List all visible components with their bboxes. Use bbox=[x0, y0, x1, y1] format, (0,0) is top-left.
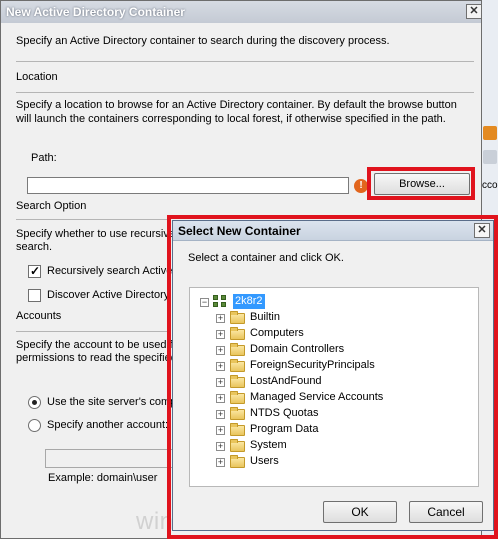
folder-icon bbox=[230, 311, 245, 324]
folder-icon bbox=[230, 391, 245, 404]
folder-icon bbox=[230, 375, 245, 388]
expand-icon[interactable]: + bbox=[216, 346, 225, 355]
dialog-title-bar[interactable]: New Active Directory Container bbox=[1, 1, 481, 23]
select-instruction: Select a container and click OK. bbox=[188, 252, 344, 264]
tree-node-label[interactable]: LostAndFound bbox=[250, 375, 322, 387]
tree-node-label[interactable]: System bbox=[250, 439, 287, 451]
domain-icon bbox=[213, 295, 229, 309]
tree-node-label[interactable]: Managed Service Accounts bbox=[250, 391, 383, 403]
accounts-description: Specify the account to be used f bbox=[16, 339, 173, 351]
radio-selected-dot bbox=[32, 400, 37, 405]
intro-text: Specify an Active Directory container to… bbox=[16, 35, 390, 47]
path-input[interactable] bbox=[27, 177, 349, 194]
another-account-label[interactable]: Specify another account: bbox=[47, 419, 168, 431]
background-text: ccou bbox=[482, 180, 498, 191]
cancel-button[interactable]: Cancel bbox=[409, 501, 483, 523]
expand-icon[interactable]: + bbox=[216, 314, 225, 323]
folder-icon bbox=[230, 439, 245, 452]
folder-icon bbox=[230, 407, 245, 420]
tree-node-label[interactable]: Users bbox=[250, 455, 279, 467]
divider bbox=[16, 331, 171, 332]
discover-ad-label[interactable]: Discover Active Directory bbox=[47, 289, 169, 301]
folder-icon bbox=[230, 423, 245, 436]
accounts-heading: Accounts bbox=[16, 310, 62, 322]
select-dialog-title-bar[interactable]: Select New Container bbox=[173, 221, 493, 241]
expand-icon[interactable]: + bbox=[216, 330, 225, 339]
site-server-account-radio[interactable] bbox=[28, 396, 41, 409]
account-example-text: Example: domain\user bbox=[48, 472, 158, 484]
folder-icon bbox=[230, 327, 245, 340]
close-button[interactable]: ✕ bbox=[466, 4, 482, 19]
tree-node-label[interactable]: ForeignSecurityPrincipals bbox=[250, 359, 375, 371]
search-option-description: Specify whether to use recursive bbox=[16, 228, 175, 240]
tree-node-label[interactable]: Computers bbox=[250, 327, 304, 339]
folder-icon bbox=[230, 343, 245, 356]
ok-button[interactable]: OK bbox=[323, 501, 397, 523]
tree-node-label[interactable]: Domain Controllers bbox=[250, 343, 344, 355]
site-server-account-label[interactable]: Use the site server's compu bbox=[47, 396, 182, 408]
expand-icon[interactable]: + bbox=[216, 458, 225, 467]
expand-icon[interactable]: + bbox=[216, 426, 225, 435]
check-icon: ✓ bbox=[30, 264, 41, 278]
collapse-icon[interactable]: − bbox=[200, 298, 209, 307]
path-label: Path: bbox=[31, 152, 57, 164]
error-icon: ! bbox=[354, 179, 368, 193]
background-toolbar-icon bbox=[483, 126, 497, 140]
expand-icon[interactable]: + bbox=[216, 362, 225, 371]
browse-button[interactable]: Browse... bbox=[374, 173, 470, 195]
folder-icon bbox=[230, 359, 245, 372]
expand-icon[interactable]: + bbox=[216, 410, 225, 419]
folder-icon bbox=[230, 455, 245, 468]
search-option-description-continued: search. bbox=[16, 241, 53, 253]
account-input[interactable] bbox=[45, 449, 185, 468]
divider bbox=[16, 219, 171, 220]
recursive-search-label[interactable]: Recursively search Active bbox=[47, 265, 172, 277]
container-tree[interactable]: − 2k8r2 + Builtin + Computers + Domain C… bbox=[189, 287, 479, 487]
dialog-title: New Active Directory Container bbox=[6, 5, 185, 19]
expand-icon[interactable]: + bbox=[216, 394, 225, 403]
divider bbox=[16, 92, 474, 93]
tree-node-label[interactable]: NTDS Quotas bbox=[250, 407, 318, 419]
accounts-description-continued: permissions to read the specified bbox=[16, 352, 177, 364]
location-heading: Location bbox=[16, 71, 58, 83]
tree-node-label[interactable]: Program Data bbox=[250, 423, 318, 435]
recursive-search-checkbox[interactable]: ✓ bbox=[28, 264, 41, 278]
location-description: Specify a location to browse for an Acti… bbox=[16, 99, 457, 125]
select-dialog-close-button[interactable]: ✕ bbox=[474, 223, 490, 238]
divider bbox=[16, 61, 474, 62]
search-option-heading: Search Option bbox=[16, 200, 87, 212]
background-toolbar-icon bbox=[483, 150, 497, 164]
another-account-radio[interactable] bbox=[28, 419, 41, 432]
select-container-dialog: Select New Container ✕ Select a containe… bbox=[172, 220, 494, 531]
discover-ad-checkbox[interactable] bbox=[28, 289, 41, 302]
expand-icon[interactable]: + bbox=[216, 442, 225, 451]
select-dialog-title: Select New Container bbox=[178, 224, 301, 238]
tree-root-label[interactable]: 2k8r2 bbox=[233, 294, 265, 309]
tree-node-label[interactable]: Builtin bbox=[250, 311, 280, 323]
expand-icon[interactable]: + bbox=[216, 378, 225, 387]
